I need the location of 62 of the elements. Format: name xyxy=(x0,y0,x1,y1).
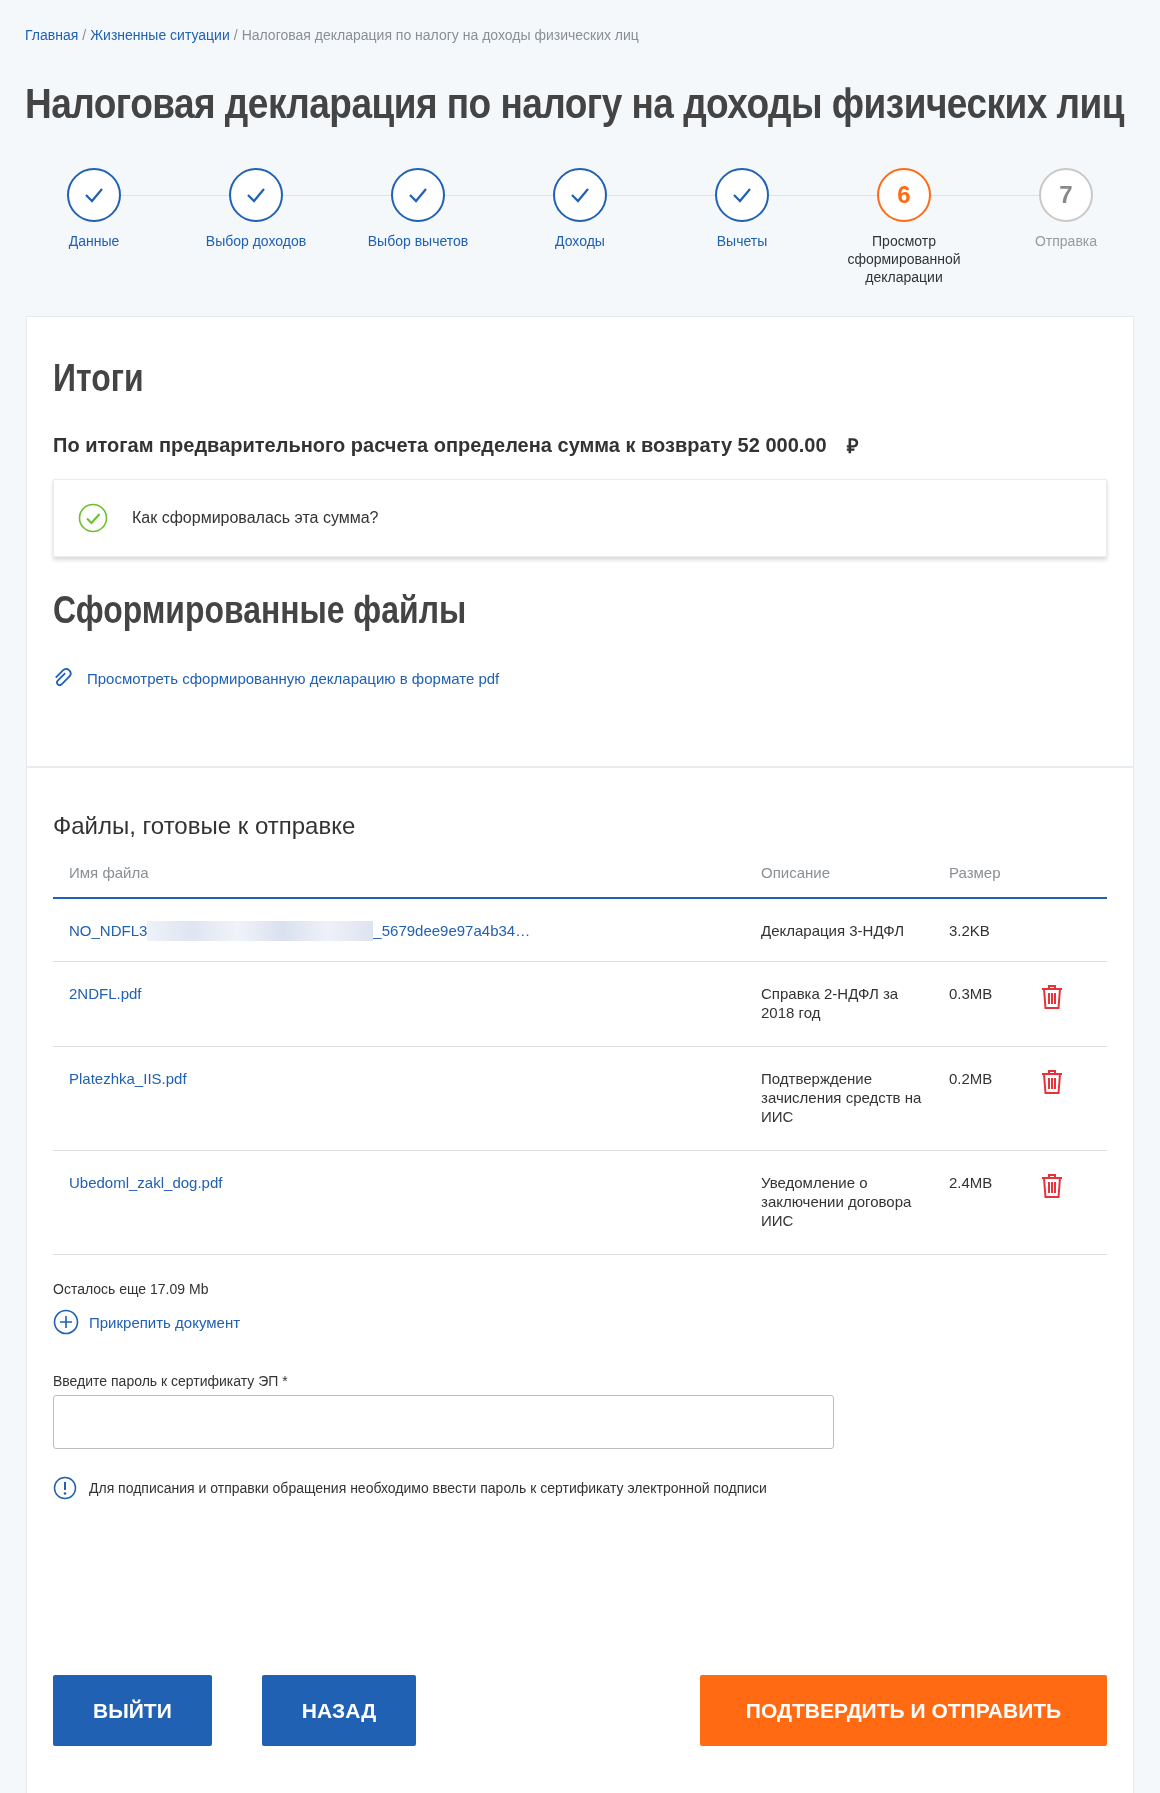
field-label: Введите пароль к сертификату ЭП * xyxy=(53,1373,289,1389)
check-circle-icon xyxy=(78,503,108,533)
file-name-link[interactable]: _5679dee9e97a4b34… xyxy=(373,921,531,941)
breadcrumb-link[interactable]: Главная xyxy=(25,27,79,43)
currency-sign: ₽ xyxy=(846,434,859,459)
trash-icon[interactable] xyxy=(1041,1069,1063,1095)
paperclip-icon xyxy=(53,668,75,688)
trash-icon[interactable] xyxy=(1041,1173,1063,1199)
refund-amount-text: По итогам предварительного расчета определена сумма к возврату 52 000.00 xyxy=(53,434,827,457)
check-icon xyxy=(408,187,428,203)
step-label: Выбор доходов xyxy=(204,232,308,250)
section-heading: Сформированные файлы xyxy=(53,589,467,632)
file-size: 0.3MB xyxy=(949,985,993,1002)
check-icon xyxy=(570,187,590,203)
file-size: 3.2KB xyxy=(949,922,990,939)
file-size: 0.2MB xyxy=(949,1070,993,1087)
breadcrumb-separator: / xyxy=(233,27,238,43)
step-circle[interactable] xyxy=(553,168,607,222)
trash-icon[interactable] xyxy=(1041,984,1063,1010)
step-circle[interactable] xyxy=(715,168,769,222)
plus-circle-icon[interactable] xyxy=(53,1309,79,1335)
breadcrumb-link[interactable]: Жизненные ситуации xyxy=(90,27,230,43)
hint-text: Для подписания и отправки обращения необходимо ввести пароль к сертификату электронной подписи xyxy=(89,1480,767,1496)
step-label: Выбор вычетов xyxy=(366,232,470,250)
section-heading: Файлы, готовые к отправке xyxy=(53,812,357,840)
step-label: Вычеты xyxy=(715,232,769,250)
column-header: Размер xyxy=(949,864,1001,881)
step-label: Отправка xyxy=(1033,232,1099,250)
file-description: Справка 2-НДФЛ за 2018 год xyxy=(761,985,899,1021)
info-icon xyxy=(53,1476,77,1500)
file-name-link[interactable]: 2NDFL.pdf xyxy=(69,985,142,1002)
file-description: Уведомление о заключении договора ИИС xyxy=(761,1174,912,1229)
step-circle[interactable] xyxy=(67,168,121,222)
file-size: 2.4MB xyxy=(949,1174,993,1191)
step-circle[interactable] xyxy=(391,168,445,222)
file-name-link[interactable]: Platezhka_IIS.pdf xyxy=(69,1070,187,1087)
check-icon xyxy=(732,187,752,203)
step-label: Доходы xyxy=(554,232,606,250)
file-description: Подтверждение зачисления средств на ИИС xyxy=(761,1070,922,1125)
breadcrumb-current: Налоговая декларация по налогу на доходы физических лиц xyxy=(241,27,639,43)
step-label: Просмотр сформированной декларации xyxy=(846,232,962,286)
check-icon xyxy=(84,187,104,203)
remaining-space-text: Осталось еще 17.09 Mb xyxy=(53,1281,210,1297)
step-label: Данные xyxy=(67,232,121,250)
explanation-text: Как сформировалась эта сумма? xyxy=(132,509,379,527)
check-icon xyxy=(246,187,266,203)
section-heading: Итоги xyxy=(53,357,144,400)
file-name-link[interactable]: Ubedoml_zakl_dog.pdf xyxy=(69,1174,223,1191)
explanation-panel[interactable]: Как сформировалась эта сумма? xyxy=(53,479,1107,557)
password-field[interactable] xyxy=(53,1395,834,1449)
nav-button[interactable]: ВЫЙТИ xyxy=(53,1675,212,1746)
pdf-link[interactable]: Просмотреть сформированную декларацию в формате pdf xyxy=(87,669,500,687)
file-description: Декларация 3-НДФЛ xyxy=(761,922,905,939)
attach-document-link[interactable]: Прикрепить документ xyxy=(89,1313,241,1331)
nav-button[interactable]: НАЗАД xyxy=(261,1675,417,1746)
file-name-link[interactable]: NO_NDFL3 xyxy=(69,921,148,941)
step-circle: 7 xyxy=(1039,168,1093,222)
step-circle[interactable] xyxy=(229,168,283,222)
breadcrumb-separator: / xyxy=(82,27,87,43)
column-header: Имя файла xyxy=(69,864,149,881)
page-title: Налоговая декларация по налогу на доходы физических лиц xyxy=(25,79,1124,128)
column-header: Описание xyxy=(761,864,831,881)
